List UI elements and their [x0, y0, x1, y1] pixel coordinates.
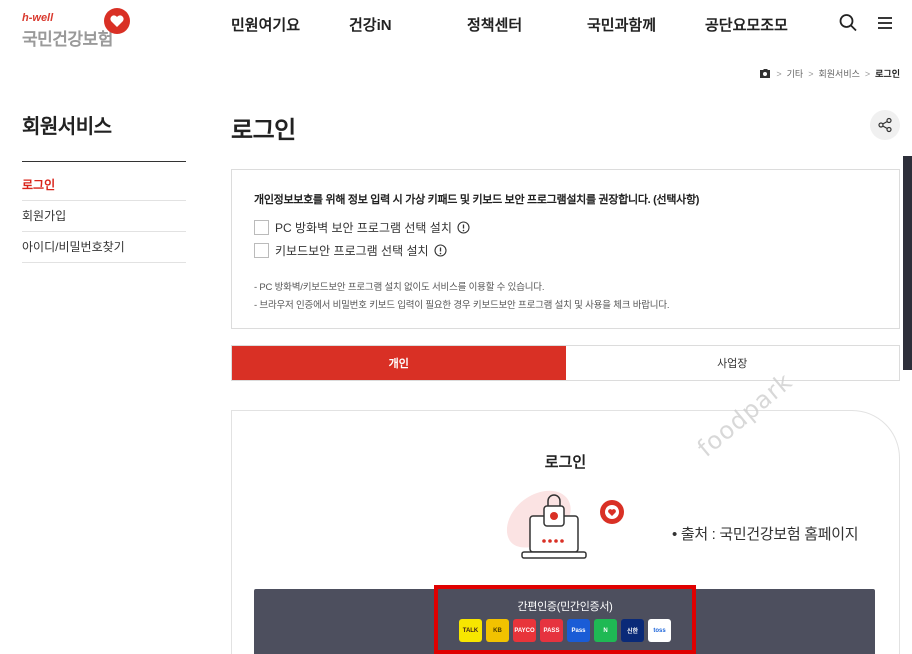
- share-icon: [878, 117, 892, 133]
- watermark: foodpark: [692, 367, 798, 463]
- login-card-title: 로그인: [544, 454, 587, 471]
- sidebar-item-find-account[interactable]: 아이디/비밀번호찾기: [22, 232, 186, 263]
- heart-logo-icon: [104, 8, 130, 34]
- breadcrumb: > 기타 > 회원서비스 > 로그인: [759, 67, 900, 80]
- security-note: - 브라우저 인증에서 비밀번호 키보드 입력이 필요한 경우 키보드보안 프로…: [254, 300, 670, 311]
- tab-business[interactable]: 사업장: [565, 346, 899, 380]
- sidebar-divider: [22, 161, 186, 162]
- sidebar-item-signup[interactable]: 회원가입: [22, 201, 186, 232]
- login-type-tabs: 개인 사업장: [231, 345, 900, 381]
- breadcrumb-item[interactable]: 회원서비스: [818, 67, 859, 80]
- logo-subtitle: h-well: [22, 12, 54, 24]
- breadcrumb-current: 로그인: [875, 69, 900, 79]
- security-note: - PC 방화벽/키보드보안 프로그램 설치 없이도 서비스를 이용할 수 있습…: [254, 282, 545, 293]
- chevron-right-icon: >: [864, 68, 871, 79]
- logo-title: 국민건강보험: [22, 30, 113, 49]
- easy-auth-highlight-box: [434, 585, 696, 654]
- site-logo[interactable]: h-well 국민건강보험: [22, 6, 134, 49]
- breadcrumb-item[interactable]: 기타: [787, 67, 804, 80]
- gnb-item-health[interactable]: 건강iN: [349, 14, 392, 35]
- laptop-lock-illustration: [506, 490, 624, 559]
- quick-menu-bar[interactable]: [903, 156, 912, 370]
- share-button[interactable]: [870, 110, 900, 140]
- gnb-item-about[interactable]: 공단요모조모: [705, 14, 788, 35]
- sidebar-item-login[interactable]: 로그인: [22, 170, 186, 201]
- info-icon[interactable]: [433, 244, 447, 257]
- firewall-option-label[interactable]: PC 방화벽 보안 프로그램 선택 설치: [275, 219, 452, 236]
- hamburger-menu-icon[interactable]: [875, 12, 895, 34]
- chevron-right-icon: >: [808, 68, 814, 79]
- security-title: 개인정보보호를 위해 정보 입력 시 가상 키패드 및 키보드 보안 프로그램설…: [254, 194, 700, 206]
- sidebar-menu: 로그인 회원가입 아이디/비밀번호찾기: [22, 170, 186, 263]
- gnb-item-policy[interactable]: 정책센터: [467, 14, 522, 35]
- chevron-right-icon: >: [776, 68, 782, 79]
- gnb-item-together[interactable]: 국민과함께: [587, 14, 656, 35]
- search-icon[interactable]: [838, 12, 858, 34]
- page-title: 로그인: [231, 117, 296, 144]
- gnb-item-civil[interactable]: 민원여기요: [231, 14, 300, 35]
- info-icon[interactable]: [457, 221, 470, 234]
- tab-personal[interactable]: 개인: [232, 346, 566, 380]
- security-program-box: 개인정보보호를 위해 정보 입력 시 가상 키패드 및 키보드 보안 프로그램설…: [231, 169, 900, 329]
- home-icon[interactable]: [759, 68, 771, 79]
- keyboard-security-option-label[interactable]: 키보드보안 프로그램 선택 설치: [275, 242, 429, 259]
- keyboard-security-checkbox[interactable]: [254, 243, 269, 258]
- firewall-option[interactable]: PC 방화벽 보안 프로그램 선택 설치: [254, 219, 470, 236]
- firewall-checkbox[interactable]: [254, 220, 269, 235]
- sidebar-title: 회원서비스: [22, 116, 112, 138]
- site-header: h-well 국민건강보험 민원여기요 건강iN 정책센터 국민과함께 공단요모…: [0, 0, 912, 50]
- source-caption: • 출처 : 국민건강보험 홈페이지: [672, 526, 859, 543]
- keyboard-security-option[interactable]: 키보드보안 프로그램 선택 설치: [254, 242, 447, 259]
